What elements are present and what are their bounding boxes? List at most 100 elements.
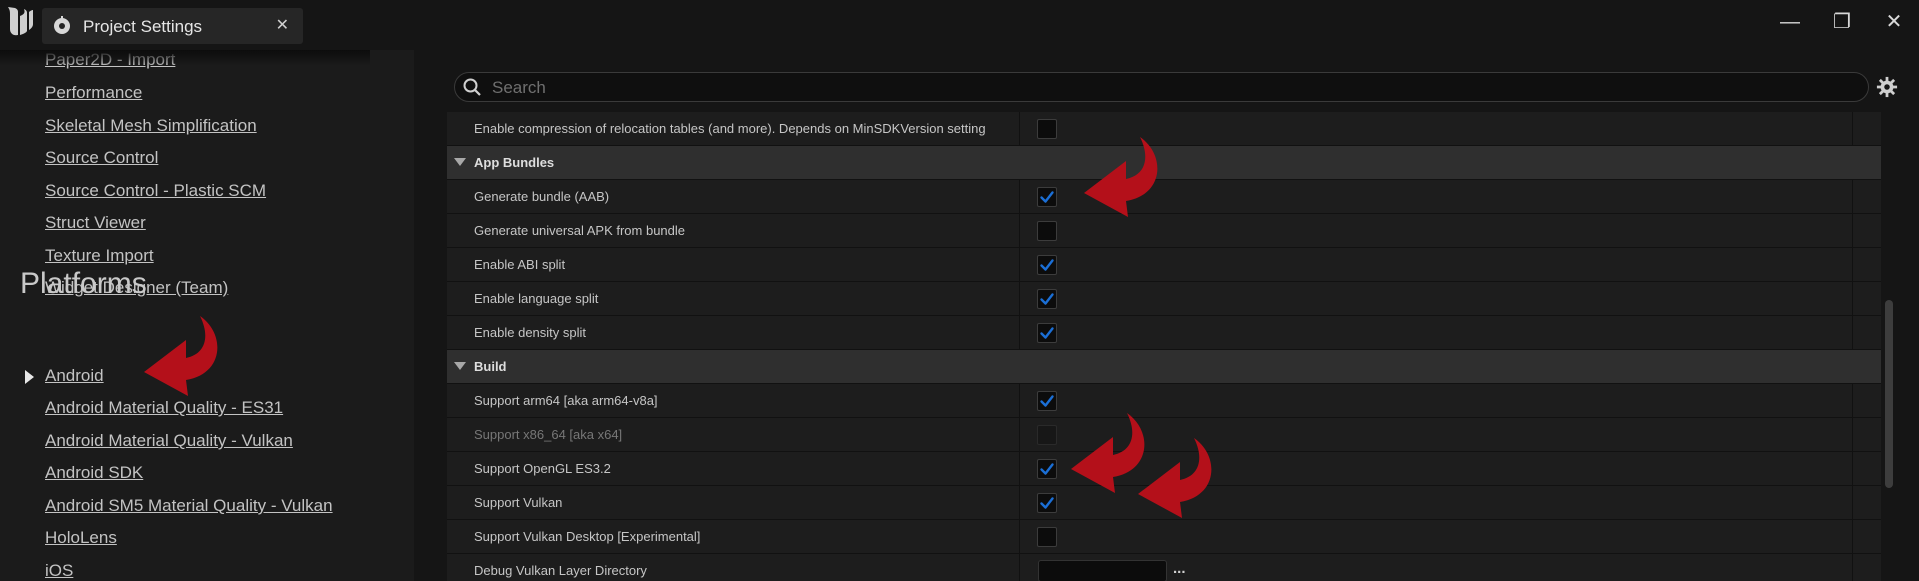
language-split-checkbox[interactable]: [1037, 289, 1057, 309]
setting-label: Enable compression of relocation tables …: [474, 121, 986, 136]
android-expand-arrow-icon[interactable]: [25, 370, 34, 384]
column-divider: [1019, 282, 1020, 315]
setting-label: Enable ABI split: [474, 257, 566, 272]
column-divider: [1852, 486, 1853, 519]
column-divider: [1852, 282, 1853, 315]
minimize-button[interactable]: —: [1775, 8, 1805, 36]
setting-label: Enable density split: [474, 325, 587, 340]
relocation-compression-checkbox[interactable]: [1037, 119, 1057, 139]
column-divider: [1852, 384, 1853, 417]
checkmark-icon: [1040, 327, 1054, 339]
debug-vulkan-layer-directory-input[interactable]: [1038, 560, 1167, 581]
support-vulkan-checkbox[interactable]: [1037, 493, 1057, 513]
setting-row-support-opengl-es32: Support OpenGL ES3.2: [447, 452, 1881, 486]
column-divider: [1852, 452, 1853, 485]
search-input[interactable]: [490, 75, 1854, 101]
setting-row-universal-apk: Generate universal APK from bundle: [447, 214, 1881, 248]
sidebar-item-android[interactable]: Android: [45, 366, 104, 386]
column-divider: [1019, 554, 1020, 581]
setting-row-support-x86-64: Support x86_64 [aka x64]: [447, 418, 1881, 452]
setting-row-generate-bundle: Generate bundle (AAB): [447, 180, 1881, 214]
setting-label: Support OpenGL ES3.2: [474, 461, 611, 476]
close-tab-button[interactable]: ✕: [276, 15, 289, 35]
checkmark-icon: [1040, 191, 1054, 203]
universal-apk-checkbox[interactable]: [1037, 221, 1057, 241]
collapse-arrow-icon: [454, 362, 466, 370]
title-bar: Project Settings ✕ — ❐ ✕: [0, 0, 1919, 50]
restore-button[interactable]: ❐: [1827, 8, 1857, 36]
generate-bundle-checkbox[interactable]: [1037, 187, 1057, 207]
abi-split-checkbox[interactable]: [1037, 255, 1057, 275]
setting-row-language-split: Enable language split: [447, 282, 1881, 316]
setting-row-debug-vulkan-layer-directory: Debug Vulkan Layer Directory ...: [447, 554, 1881, 581]
setting-row-support-vulkan-desktop: Support Vulkan Desktop [Experimental]: [447, 520, 1881, 554]
column-divider: [1019, 384, 1020, 417]
checkmark-icon: [1040, 497, 1054, 509]
sidebar-item-struct-viewer[interactable]: Struct Viewer: [45, 213, 146, 233]
category-title: Build: [474, 359, 507, 374]
column-divider: [1852, 112, 1853, 145]
setting-label: Support Vulkan: [474, 495, 563, 510]
column-divider: [1019, 248, 1020, 281]
setting-row-support-vulkan: Support Vulkan: [447, 486, 1881, 520]
setting-row-relocation-compression: Enable compression of relocation tables …: [447, 112, 1881, 146]
browse-directory-button[interactable]: ...: [1173, 560, 1186, 577]
column-divider: [1852, 520, 1853, 553]
search-icon: [463, 78, 481, 96]
setting-label: Support Vulkan Desktop [Experimental]: [474, 529, 701, 544]
tab-title: Project Settings: [83, 17, 203, 36]
project-settings-icon: [54, 16, 70, 34]
setting-label: Generate bundle (AAB): [474, 189, 610, 204]
setting-row-abi-split: Enable ABI split: [447, 248, 1881, 282]
details-scrollbar[interactable]: [1885, 300, 1893, 488]
column-divider: [1019, 418, 1020, 451]
support-vulkan-desktop-checkbox[interactable]: [1037, 527, 1057, 547]
close-window-button[interactable]: ✕: [1879, 8, 1909, 36]
checkmark-icon: [1040, 395, 1054, 407]
column-divider: [1019, 112, 1020, 145]
column-divider: [1852, 180, 1853, 213]
column-divider: [1852, 554, 1853, 581]
support-opengl-es32-checkbox[interactable]: [1037, 459, 1057, 479]
gear-icon[interactable]: [1876, 76, 1898, 98]
search-box[interactable]: [454, 72, 1869, 102]
checkmark-icon: [1040, 293, 1054, 305]
column-divider: [1019, 214, 1020, 247]
column-divider: [1852, 214, 1853, 247]
tab-shadow: [0, 50, 370, 66]
setting-label: Support x86_64 [aka x64]: [474, 427, 623, 442]
column-divider: [1019, 486, 1020, 519]
sidebar-item-ios[interactable]: iOS: [45, 561, 73, 581]
sidebar-item-android-sm5-material-quality-vulkan[interactable]: Android SM5 Material Quality - Vulkan: [45, 496, 333, 516]
setting-label: Debug Vulkan Layer Directory: [474, 563, 647, 578]
setting-label: Generate universal APK from bundle: [474, 223, 686, 238]
category-app-bundles[interactable]: App Bundles: [447, 146, 1881, 180]
column-divider: [1019, 180, 1020, 213]
sidebar-item-android-sdk[interactable]: Android SDK: [45, 463, 143, 483]
sidebar-item-android-material-quality-vulkan[interactable]: Android Material Quality - Vulkan: [45, 431, 293, 451]
support-x86-64-checkbox: [1037, 425, 1057, 445]
column-divider: [1019, 520, 1020, 553]
setting-row-density-split: Enable density split: [447, 316, 1881, 350]
sidebar-item-hololens[interactable]: HoloLens: [45, 528, 117, 548]
sidebar-item-source-control[interactable]: Source Control: [45, 148, 158, 168]
sidebar-item-skeletal-mesh-simplification[interactable]: Skeletal Mesh Simplification: [45, 116, 257, 136]
sidebar-item-texture-import[interactable]: Texture Import: [45, 246, 154, 266]
platforms-section-title: Platforms: [20, 267, 147, 300]
unreal-engine-logo-icon[interactable]: [4, 4, 36, 40]
settings-grid: Enable compression of relocation tables …: [447, 112, 1882, 581]
category-build[interactable]: Build: [447, 350, 1881, 384]
checkmark-icon: [1040, 463, 1054, 475]
collapse-arrow-icon: [454, 158, 466, 166]
sidebar-item-performance[interactable]: Performance: [45, 83, 142, 103]
column-divider: [1852, 418, 1853, 451]
support-arm64-checkbox[interactable]: [1037, 391, 1057, 411]
checkmark-icon: [1040, 259, 1054, 271]
setting-row-support-arm64: Support arm64 [aka arm64-v8a]: [447, 384, 1881, 418]
project-settings-tab[interactable]: Project Settings ✕: [42, 8, 303, 44]
category-title: App Bundles: [474, 155, 555, 170]
sidebar-item-source-control-plastic-scm[interactable]: Source Control - Plastic SCM: [45, 181, 266, 201]
sidebar-item-android-material-quality-es31[interactable]: Android Material Quality - ES31: [45, 398, 283, 418]
column-divider: [1019, 316, 1020, 349]
density-split-checkbox[interactable]: [1037, 323, 1057, 343]
